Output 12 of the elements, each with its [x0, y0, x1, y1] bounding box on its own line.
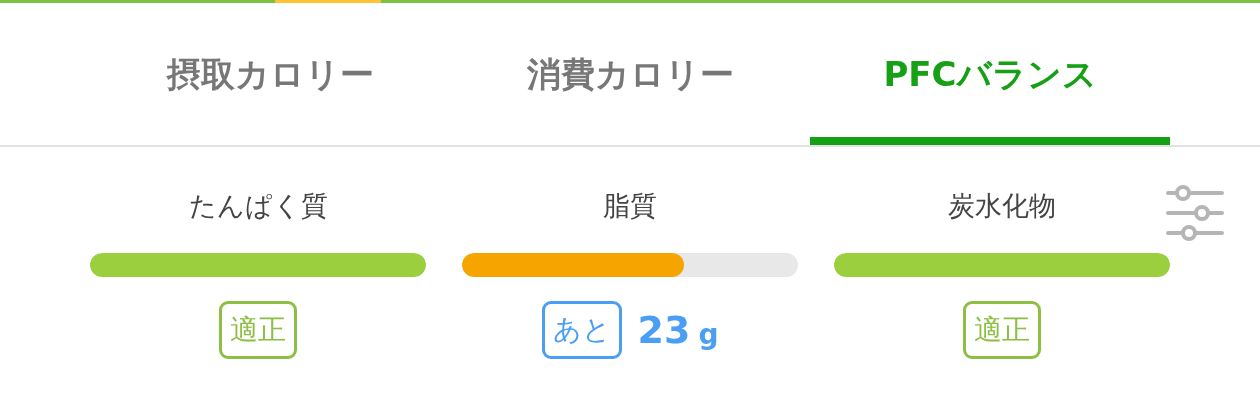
- nutrient-label: 脂質: [603, 189, 657, 223]
- status-badge: 適正: [963, 301, 1041, 359]
- tab[interactable]: 摂取カロリー: [90, 3, 450, 145]
- status-badge: あと: [541, 301, 622, 359]
- status-badge: 適正: [219, 301, 297, 359]
- remaining-amount: 23: [637, 308, 691, 352]
- unit-label: g: [698, 317, 719, 351]
- settings-icon[interactable]: [1166, 185, 1224, 241]
- tab[interactable]: 消費カロリー: [450, 3, 810, 145]
- nutrient-label: たんぱく質: [188, 189, 328, 223]
- nutrient-label: 炭水化物: [948, 189, 1056, 223]
- tab[interactable]: PFCバランス: [810, 3, 1170, 145]
